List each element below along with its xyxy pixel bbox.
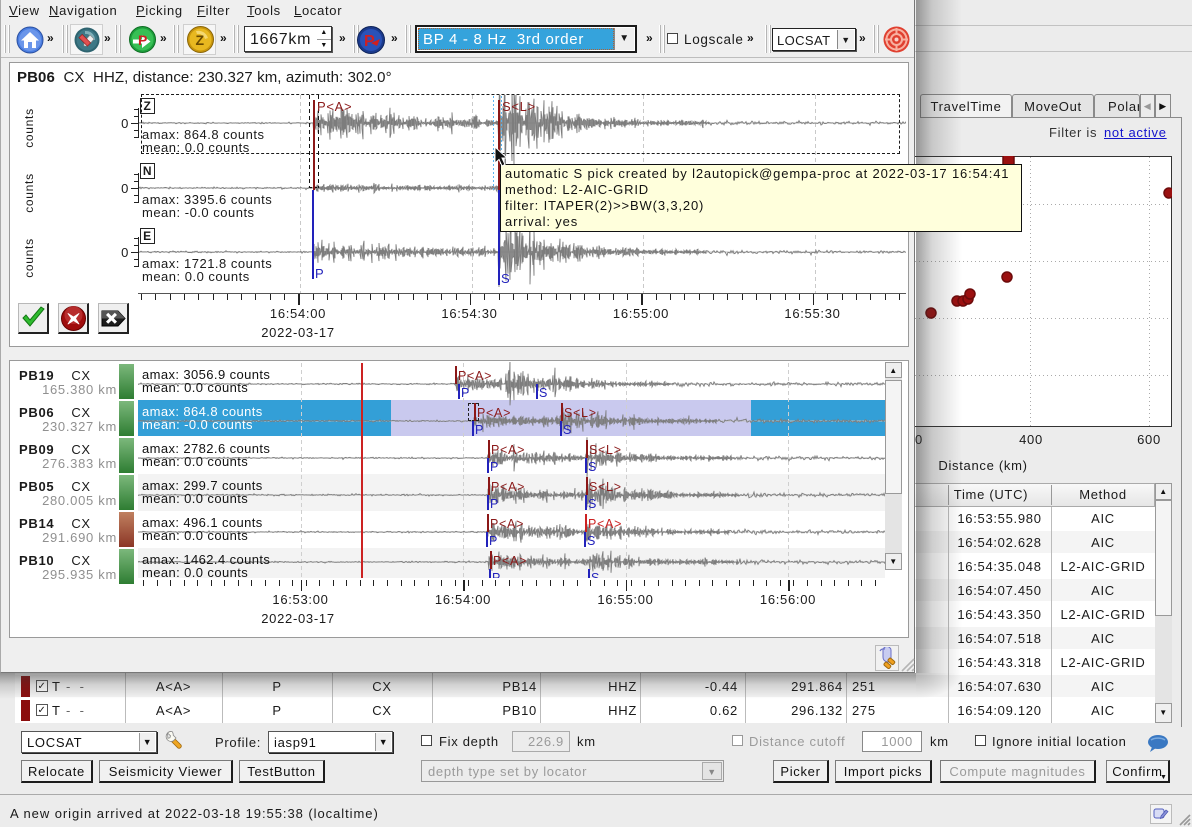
svg-text:Z: Z <box>196 32 205 48</box>
svg-text:P: P <box>364 33 375 50</box>
svg-text:P: P <box>138 32 148 48</box>
